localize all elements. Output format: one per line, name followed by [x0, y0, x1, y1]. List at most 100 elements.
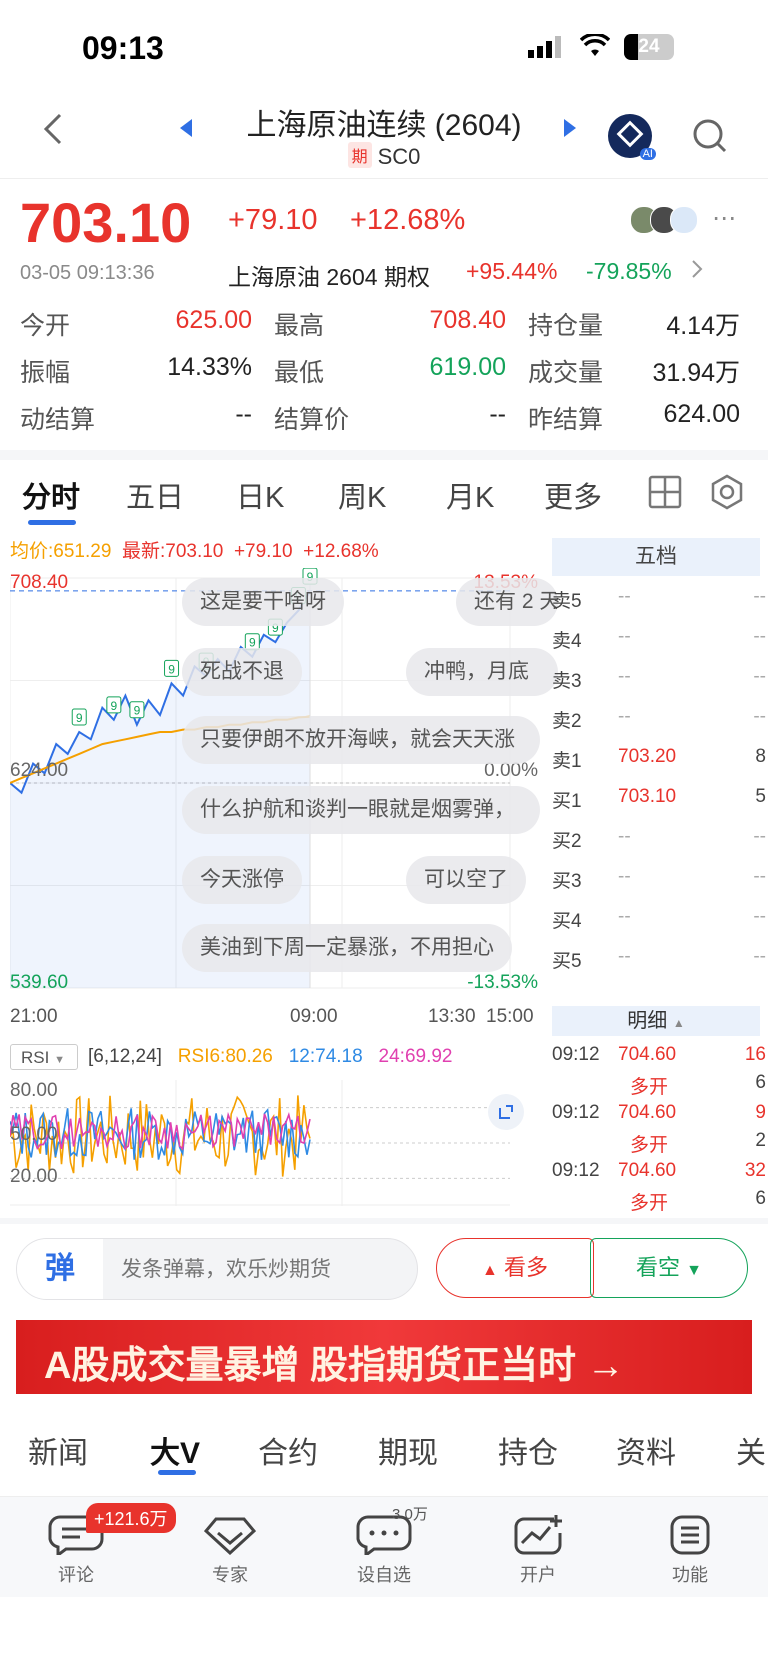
stat-label: 最高 [274, 312, 325, 340]
orderbook-price: 703.10 [618, 786, 677, 807]
stat-label: 最低 [274, 359, 325, 387]
more-icon[interactable]: ⋯ [712, 204, 736, 233]
orderbook-price: 703.20 [618, 746, 677, 767]
arrow-down-icon: ▼ [686, 1262, 702, 1279]
option-call-pct: +95.44% [466, 258, 558, 284]
bearish-button[interactable]: 看空 ▼ [590, 1238, 748, 1298]
tab-big-v[interactable]: 大V [150, 1428, 200, 1472]
price-change-pct: +12.68% [350, 204, 466, 236]
tab-daily-k[interactable]: 日K [236, 474, 284, 516]
layout-grid-icon[interactable] [648, 475, 682, 514]
latest-price: 最新:703.10 [121, 541, 224, 562]
tab-weekly-k[interactable]: 周K [338, 474, 386, 516]
tab-monthly-k[interactable]: 月K [446, 474, 494, 516]
orderbook-row: 卖2 -- -- [552, 706, 768, 736]
weibo-icon [670, 206, 698, 234]
wifi-icon [579, 32, 611, 63]
danmu-input[interactable] [119, 1253, 403, 1287]
detail-title: 明细 [627, 1010, 668, 1032]
tab-related[interactable]: 关 [736, 1428, 766, 1472]
nav-experts[interactable]: 专家 [180, 1511, 280, 1591]
orderbook-price: -- [618, 666, 631, 687]
quote-datetime: 03-05 09:13:36 [20, 262, 155, 284]
last-price: 703.10 [20, 191, 192, 254]
y-label-top: 708.40 [10, 572, 69, 593]
nav-label: 功能 [672, 1565, 708, 1585]
next-contract-icon[interactable] [562, 118, 578, 143]
x-label: 21:00 [10, 1006, 58, 1027]
chevron-right-icon [690, 256, 704, 287]
stat-value: 14.33% [167, 353, 252, 381]
trade-price: 704.60 [618, 1160, 677, 1181]
chart-info-line: 均价:651.29 最新:703.10 +79.10 +12.68% [10, 536, 379, 563]
tab-more[interactable]: 更多 [544, 474, 602, 516]
option-link[interactable]: 上海原油 2604 期权 +95.44% -79.85% [228, 256, 708, 290]
search-icon[interactable] [692, 118, 728, 159]
nav-label: 评论 [58, 1565, 94, 1585]
tab-profile[interactable]: 资料 [616, 1428, 676, 1472]
bullish-button[interactable]: ▲ 看多 [436, 1238, 594, 1298]
trade-price: 704.60 [618, 1044, 677, 1065]
rsi12-value: 12:74.18 [288, 1046, 363, 1067]
trade-volume: 32 [744, 1160, 766, 1181]
ai-assistant-button[interactable]: AI [608, 114, 656, 160]
expand-icon[interactable] [488, 1094, 524, 1130]
orderbook: 卖5 -- -- 卖4 -- -- 卖3 -- -- 卖2 -- -- 卖1 703.20 8 买1 703.1… [552, 586, 768, 1006]
nav-open-account[interactable]: 开户 [488, 1511, 588, 1591]
orderbook-volume: -- [753, 666, 766, 687]
tab-contract[interactable]: 合约 [258, 1428, 318, 1472]
tab-spot[interactable]: 期现 [378, 1428, 438, 1472]
tab-news[interactable]: 新闻 [28, 1428, 88, 1472]
battery-icon: 24 [624, 34, 674, 60]
stat-label: 结算价 [274, 406, 350, 434]
tab-five-day[interactable]: 五日 [126, 474, 184, 516]
rsi-selector[interactable]: RSI ▼ [10, 1044, 78, 1070]
orderbook-price: -- [618, 946, 631, 967]
orderbook-volume: -- [753, 826, 766, 847]
promo-banner[interactable]: A股成交量暴增 股指期货正当时 → [16, 1320, 752, 1394]
orderbook-side: 买3 [552, 871, 582, 892]
chevron-down-icon: ▼ [54, 1054, 65, 1066]
bearish-label: 看空 [636, 1255, 681, 1280]
danmu-icon: 弹 [17, 1239, 103, 1299]
avg-price: 均价:651.29 [10, 541, 112, 562]
stat-label: 持仓量 [528, 312, 604, 340]
stat-value: 4.14万 [666, 312, 740, 340]
signal-marker-label: 9 [134, 704, 141, 718]
orderbook-side: 买5 [552, 951, 582, 972]
orderbook-row: 卖1 703.20 8 [552, 746, 768, 776]
y-label-mid: 624.00 [10, 760, 69, 781]
trade-sub-volume: 2 [755, 1130, 766, 1151]
intraday-chart[interactable]: 999999999 708.40 13.53% 624.00 0.00% 539… [10, 568, 558, 998]
orderbook-volume: -- [753, 946, 766, 967]
section-divider [0, 1218, 768, 1224]
stat-value: 624.00 [663, 400, 740, 428]
comment-count-badge: +121.6万 [86, 1503, 176, 1533]
settings-icon[interactable] [710, 474, 744, 515]
stat-label: 动结算 [20, 406, 96, 434]
x-label: 15:00 [486, 1006, 534, 1027]
latest-pct: +12.68% [303, 541, 379, 562]
banner-text: A股成交量暴增 股指期货正当时 → [44, 1345, 625, 1387]
orderbook-side: 买1 [552, 791, 582, 812]
signal-icon [528, 36, 562, 63]
detail-header[interactable]: 明细 ▲ [552, 1006, 760, 1036]
danmu-input-bar[interactable]: 弹 [16, 1238, 418, 1300]
signal-marker-label: 9 [168, 662, 175, 676]
rsi-chart[interactable]: 80.00 50.00 20.00 [10, 1080, 540, 1206]
danmu-bubble: 美油到下周一定暴涨，不用担心 [182, 924, 512, 972]
danmu-bubble: 什么护航和谈判一眼就是烟雾弹， [182, 786, 540, 834]
danmu-bubble: 可以空了 [406, 856, 526, 904]
tab-active-indicator [28, 520, 76, 525]
bullish-label: 看多 [503, 1255, 548, 1280]
trade-volume: 16 [744, 1044, 766, 1065]
ai-label: AI [639, 148, 656, 160]
orderbook-header[interactable]: 五档 [552, 538, 760, 576]
tab-intraday[interactable]: 分时 [22, 474, 80, 516]
tab-position[interactable]: 持仓 [498, 1428, 558, 1472]
nav-label: 设自选 [357, 1565, 411, 1585]
avatar-group[interactable] [630, 206, 702, 234]
section-divider [0, 450, 768, 460]
nav-functions[interactable]: 功能 [640, 1511, 740, 1591]
stat-value: -- [489, 400, 506, 428]
